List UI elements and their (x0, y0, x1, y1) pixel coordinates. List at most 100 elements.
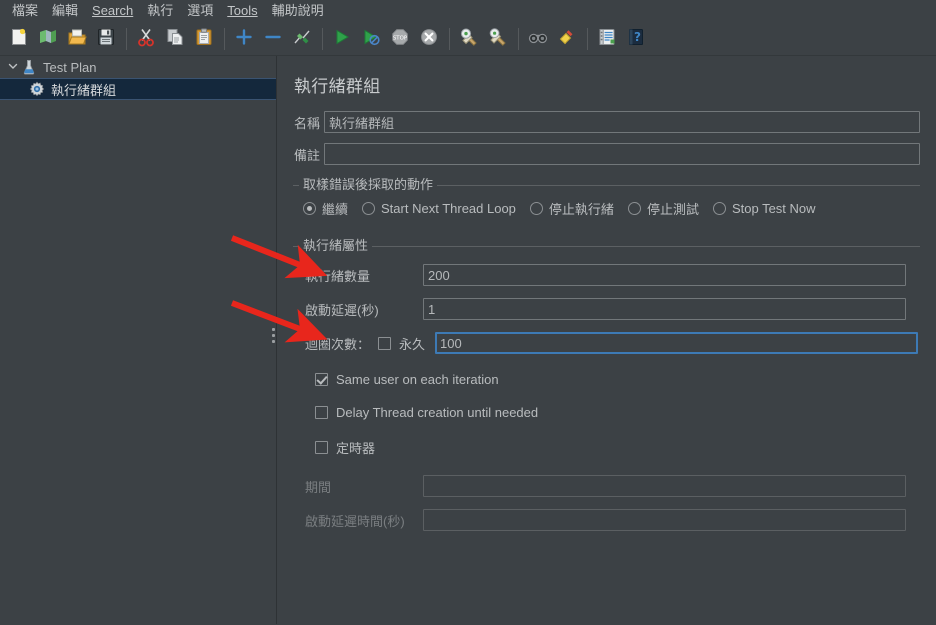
reset-search-icon (557, 27, 577, 50)
thread-count-label: 執行緒數量 (305, 268, 371, 284)
menu-item-tools[interactable]: Tools (220, 1, 264, 21)
open-button[interactable] (64, 26, 90, 52)
save-icon (96, 27, 116, 50)
startup-delay-input[interactable] (423, 509, 906, 531)
panel-splitter[interactable] (270, 56, 276, 624)
menu-item-help[interactable]: 輔助說明 (265, 1, 331, 21)
ramp-up-row: 啟動延遲(秒) (293, 298, 924, 320)
copy-icon (165, 27, 185, 50)
error-action-group-title: 取樣錯誤後採取的動作 (299, 177, 438, 193)
menu-item-options[interactable]: 選項 (180, 1, 220, 21)
radio-stop-test[interactable]: 停止測試 (627, 199, 699, 218)
same-user-label: Same user on each iteration (336, 372, 499, 387)
menu-item-search[interactable]: Search (85, 1, 140, 21)
page-title: 執行緒群組 (294, 77, 381, 96)
start-no-pauses-button[interactable] (358, 26, 384, 52)
toolbar: STOP ? (0, 22, 936, 56)
thread-group-icon (28, 80, 46, 98)
cut-icon (136, 27, 156, 50)
radio-stop-test-indicator[interactable] (627, 202, 641, 215)
radio-stop-thread[interactable]: 停止執行緒 (529, 199, 614, 218)
save-button[interactable] (93, 26, 119, 52)
templates-icon (38, 27, 58, 50)
radio-start-next-thread-loop-label: Start Next Thread Loop (381, 201, 516, 216)
toolbar-separator-1 (126, 27, 127, 50)
paste-button[interactable] (191, 26, 217, 52)
radio-stop-test-now-indicator[interactable] (712, 202, 726, 215)
start-button[interactable] (329, 26, 355, 52)
menu-item-file[interactable]: 檔案 (5, 1, 45, 21)
radio-start-next-thread-loop[interactable]: Start Next Thread Loop (362, 201, 516, 216)
radio-continue[interactable]: 繼續 (303, 199, 348, 218)
toggle-button[interactable] (289, 26, 315, 52)
help-button[interactable]: ? (623, 26, 649, 52)
same-user-checkbox-row[interactable]: Same user on each iteration (315, 372, 924, 387)
menu-item-help-label: 輔助說明 (271, 3, 324, 18)
test-plan-icon (20, 58, 38, 76)
forever-checkbox[interactable] (378, 336, 392, 350)
ramp-up-label: 啟動延遲(秒) (305, 302, 379, 318)
help-icon: ? (626, 27, 646, 50)
loop-count-input[interactable] (435, 332, 919, 354)
error-action-group: 取樣錯誤後採取的動作 繼續 Start Next Thread Loop 停止執… (293, 177, 924, 224)
duration-input[interactable] (423, 475, 906, 497)
thread-count-row: 執行緒數量 (293, 264, 924, 286)
stop-button[interactable]: STOP (387, 26, 413, 52)
name-field-row: 名稱 (288, 111, 924, 133)
delay-thread-creation-checkbox[interactable] (315, 406, 328, 419)
function-helper-button[interactable] (594, 26, 620, 52)
clear-icon (459, 27, 479, 50)
scheduler-label: 定時器 (336, 441, 376, 456)
toolbar-separator-4 (449, 27, 450, 50)
templates-button[interactable] (35, 26, 61, 52)
menu-item-edit-label: 編輯 (52, 3, 79, 18)
tree-node-test-plan[interactable]: Test Plan (0, 56, 276, 78)
toolbar-separator-6 (587, 27, 588, 50)
forever-checkbox-wrapper[interactable]: 永久 (378, 334, 425, 353)
radio-continue-indicator[interactable] (303, 202, 316, 215)
open-icon (67, 27, 87, 50)
menu-item-options-label: 選項 (187, 3, 214, 18)
thread-properties-group: 執行緒屬性 執行緒數量 啟動延遲(秒) 迴圈次數： 永久 Same user o (293, 238, 924, 547)
menu-item-search-label: Search (92, 3, 134, 18)
chevron-down-icon[interactable] (6, 61, 20, 74)
same-user-checkbox[interactable] (315, 373, 328, 386)
clear-button[interactable] (456, 26, 482, 52)
thread-count-input[interactable] (423, 264, 906, 286)
test-plan-tree: Test Plan 執行緒群組 (0, 56, 277, 624)
clear-all-icon (488, 27, 508, 50)
main-content: Test Plan 執行緒群組 執行緒群組 名稱 備註 (0, 56, 936, 624)
radio-stop-thread-label: 停止執行緒 (548, 202, 614, 217)
radio-stop-test-now[interactable]: Stop Test Now (712, 201, 816, 216)
name-input[interactable] (324, 111, 920, 133)
new-icon (9, 27, 29, 50)
reset-search-button[interactable] (554, 26, 580, 52)
startup-delay-label: 啟動延遲時間(秒) (305, 513, 405, 529)
comments-input[interactable] (324, 143, 920, 165)
menu-item-edit[interactable]: 編輯 (45, 1, 85, 21)
collapse-all-icon (263, 27, 283, 50)
delay-thread-creation-checkbox-row[interactable]: Delay Thread creation until needed (315, 405, 924, 420)
scheduler-checkbox-row[interactable]: 定時器 (315, 438, 924, 457)
menu-bar: 檔案 編輯 Search 執行 選項 Tools 輔助說明 (0, 0, 936, 22)
scheduler-checkbox[interactable] (315, 441, 328, 454)
menu-item-file-label: 檔案 (12, 3, 39, 18)
shutdown-button[interactable] (416, 26, 442, 52)
tree-node-thread-group[interactable]: 執行緒群組 (0, 78, 276, 100)
collapse-all-button[interactable] (260, 26, 286, 52)
cut-button[interactable] (133, 26, 159, 52)
clear-all-button[interactable] (485, 26, 511, 52)
radio-stop-thread-indicator[interactable] (529, 202, 543, 215)
copy-button[interactable] (162, 26, 188, 52)
radio-start-next-thread-loop-indicator[interactable] (362, 202, 376, 215)
search-button[interactable] (525, 26, 551, 52)
new-button[interactable] (6, 26, 32, 52)
radio-stop-test-now-label: Stop Test Now (731, 201, 816, 216)
expand-all-button[interactable] (231, 26, 257, 52)
radio-stop-test-label: 停止測試 (646, 202, 699, 217)
start-icon (332, 27, 352, 50)
menu-item-run[interactable]: 執行 (140, 1, 180, 21)
comments-field-row: 備註 (288, 143, 924, 165)
thread-properties-group-title: 執行緒屬性 (299, 238, 373, 254)
ramp-up-input[interactable] (423, 298, 906, 320)
